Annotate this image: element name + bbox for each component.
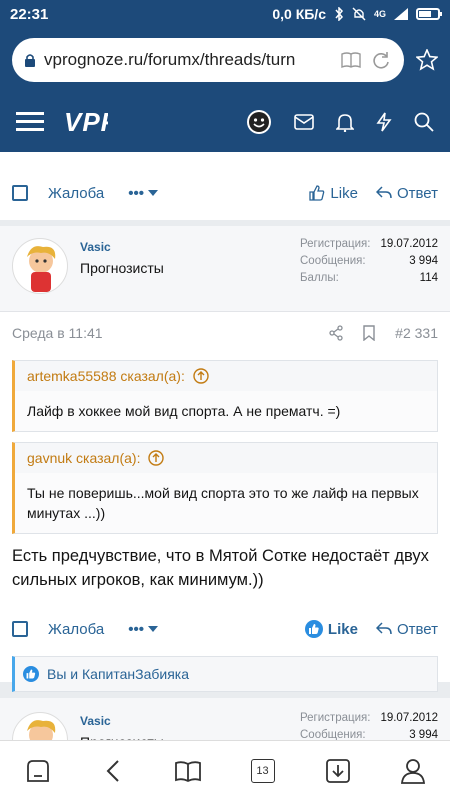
network-type: 4G [373,9,386,19]
book-icon [174,760,201,782]
next-post: Vasic Прогнозисты Регистрация:19.07.2012… [0,698,450,740]
home-icon [26,759,49,782]
user-stats: Регистрация: 19.07.2012 Сообщения: 3 994 [300,712,438,740]
bookmarks-button[interactable] [174,757,202,785]
post-header: Среда в 11:41 #2 331 [0,312,450,354]
bluetooth-icon [335,7,344,21]
profile-button[interactable] [399,757,427,785]
stat-row: Сообщения: 3 994 [300,255,438,267]
avatar-image [27,246,56,292]
tabs-count: 13 [256,764,269,777]
post-body: Есть предчувствие, что в Мятой Сотке нед… [12,547,429,589]
thumbs-up-icon [309,185,325,201]
forum-header: VPROGNOZE [0,92,450,152]
browser-bar: vprognoze.ru/forumx/threads/turn [0,28,450,92]
avatar[interactable] [12,712,68,740]
status-bar: 22:31 0,0 КБ/с 4G [0,0,450,28]
search-icon[interactable] [414,112,434,132]
profile-icon [400,758,425,784]
bookmark-star-icon[interactable] [416,49,438,71]
site-logo[interactable]: VPROGNOZE [64,107,108,138]
thumbs-up-filled-icon [304,620,323,638]
go-to-quote-icon[interactable] [148,450,165,466]
user-stats: Регистрация: 19.07.2012 Сообщения: 3 994 Б… [300,238,438,311]
downloads-button[interactable] [324,757,352,785]
quote-block: gavnuk сказал(а): Ты не поверишь...мой в… [12,442,438,534]
post-2331: Vasic Прогнозисты Регистрация: 19.07.2012… [0,226,450,692]
stat-row: Регистрация: 19.07.2012 [300,712,438,724]
post-actions: Жалоба ••• Like Ответ [0,602,450,656]
home-button[interactable] [24,757,52,785]
thumbs-up-filled-icon [23,666,39,682]
stat-row: Сообщения: 3 994 [300,729,438,740]
reply-label: Ответ [396,620,438,638]
like-button[interactable]: Like [309,185,358,202]
go-to-quote-icon[interactable] [193,368,209,384]
quote-text: Ты не поверишь...мой вид спорта это то ж… [15,473,437,533]
reader-mode-icon[interactable] [340,51,362,69]
lock-icon [25,54,35,67]
reply-button[interactable]: Ответ [375,620,438,638]
more-menu-button[interactable]: ••• [128,185,158,202]
battery-icon [416,8,442,20]
select-checkbox[interactable] [12,185,28,201]
signal-icon [394,8,408,20]
report-link[interactable]: Жалоба [48,185,104,202]
likes-text: Вы и КапитанЗабияка [47,666,189,682]
download-icon [325,758,350,783]
reload-icon[interactable] [370,49,392,71]
stat-row: Баллы: 114 [300,272,438,284]
like-label: Like [327,620,358,638]
chevron-down-icon [147,190,158,196]
username[interactable]: Vasic [80,240,164,254]
reply-label: Ответ [396,184,438,202]
post-author-block: Vasic Прогнозисты Регистрация:19.07.2012… [0,226,450,312]
tabs-count-icon: 13 [250,758,275,783]
more-menu-button[interactable]: ••• [128,621,158,638]
stat-row: Регистрация: 19.07.2012 [300,238,438,250]
quote-author[interactable]: gavnuk сказал(а): [27,450,140,466]
bolt-icon[interactable] [376,112,392,132]
previous-post: Жалоба ••• Like Ответ [0,152,450,220]
back-button[interactable] [99,757,127,785]
user-role: Прогнозисты [80,260,164,276]
like-label: Like [330,184,358,202]
reply-icon [375,186,392,199]
likes-summary[interactable]: Вы и КапитанЗабияка [12,656,438,692]
avatar-image [27,720,56,740]
tabs-button[interactable]: 13 [249,757,277,785]
select-checkbox[interactable] [12,621,28,637]
quote-text: Лайф в хоккее мой вид спорта. А не према… [15,391,437,431]
share-icon[interactable] [329,325,343,341]
report-link[interactable]: Жалоба [48,621,104,638]
post-number[interactable]: #2 331 [395,325,438,341]
avatar[interactable] [12,238,68,294]
user-avatar-icon[interactable] [246,109,272,135]
bookmark-icon[interactable] [363,325,375,341]
back-arrow-icon [106,759,119,782]
post-author-block: Vasic Прогнозисты Регистрация:19.07.2012… [0,698,450,740]
mute-icon [352,7,366,21]
status-time: 22:31 [10,5,49,23]
post-actions: Жалоба ••• Like Ответ [0,166,450,220]
chevron-down-icon [147,626,158,632]
quote-block: artemka55588 сказал(а): Лайф в хоккее мо… [12,360,438,432]
messages-icon[interactable] [294,114,314,130]
browser-bottom-nav: 13 [0,740,450,800]
network-speed: 0,0 КБ/с [272,6,326,22]
url-text: vprognoze.ru/forumx/threads/turn [44,50,296,69]
reply-button[interactable]: Ответ [375,184,438,202]
menu-icon[interactable] [16,111,44,133]
post-time[interactable]: Среда в 11:41 [12,325,103,341]
alerts-bell-icon[interactable] [336,112,354,132]
address-bar[interactable]: vprognoze.ru/forumx/threads/turn [12,38,404,82]
username[interactable]: Vasic [80,714,164,728]
quote-author[interactable]: artemka55588 сказал(а): [27,368,185,384]
like-button-active[interactable]: Like [304,620,358,638]
reply-icon [375,622,392,635]
